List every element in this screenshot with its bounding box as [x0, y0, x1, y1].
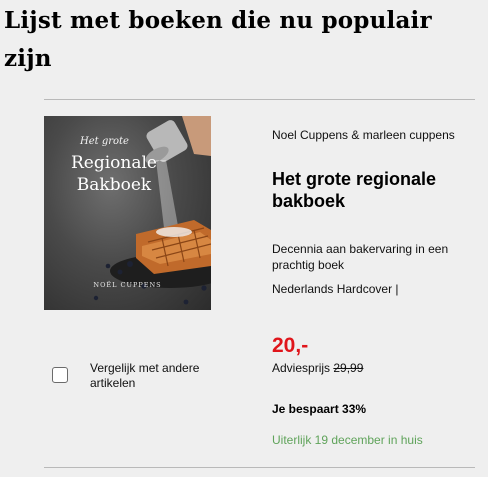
product-format: Nederlands Hardcover | — [272, 282, 399, 296]
blueberry-shape — [117, 269, 123, 275]
top-divider — [44, 99, 475, 100]
delivery-text: Uiterlijk 19 december in huis — [272, 433, 423, 447]
book-cover-image[interactable]: Het grote Regionale Bakboek NOËL CUPPENS — [44, 116, 211, 310]
rrp-label: Adviesprijs — [272, 361, 331, 375]
rrp-value: 29,99 — [333, 361, 364, 375]
cover-title: Regionale Bakboek — [44, 152, 184, 196]
page-title: Lijst met boeken die nu populair zijn — [4, 7, 432, 72]
recommended-price: Adviesprijs 29,99 — [272, 361, 363, 375]
compare-label[interactable]: Vergelijk met andere artikelen — [90, 361, 230, 391]
blueberry-shape — [127, 261, 133, 267]
cover-title-line: Bakboek — [76, 175, 152, 195]
blueberry-shape — [93, 295, 99, 301]
compare-checkbox[interactable] — [52, 367, 68, 383]
product-description: Decennia aan bakervaring in een prachtig… — [272, 242, 449, 272]
product-title[interactable]: Het grote regionale bakboek — [272, 168, 477, 212]
savings-text: Je bespaart 33% — [272, 402, 367, 416]
cover-title-line: Regionale — [71, 153, 157, 173]
hand-shape — [182, 116, 211, 156]
product-price: 20,- — [272, 334, 309, 357]
bottom-divider — [44, 467, 475, 468]
blueberry-shape — [105, 263, 111, 269]
product-author[interactable]: Noel Cuppens & marleen cuppens — [272, 128, 455, 142]
sugar-dust-shape — [156, 227, 192, 237]
cover-subtitle: Het grote — [80, 136, 129, 147]
blueberry-shape — [183, 299, 189, 305]
cover-author: NOËL CUPPENS — [93, 281, 162, 289]
